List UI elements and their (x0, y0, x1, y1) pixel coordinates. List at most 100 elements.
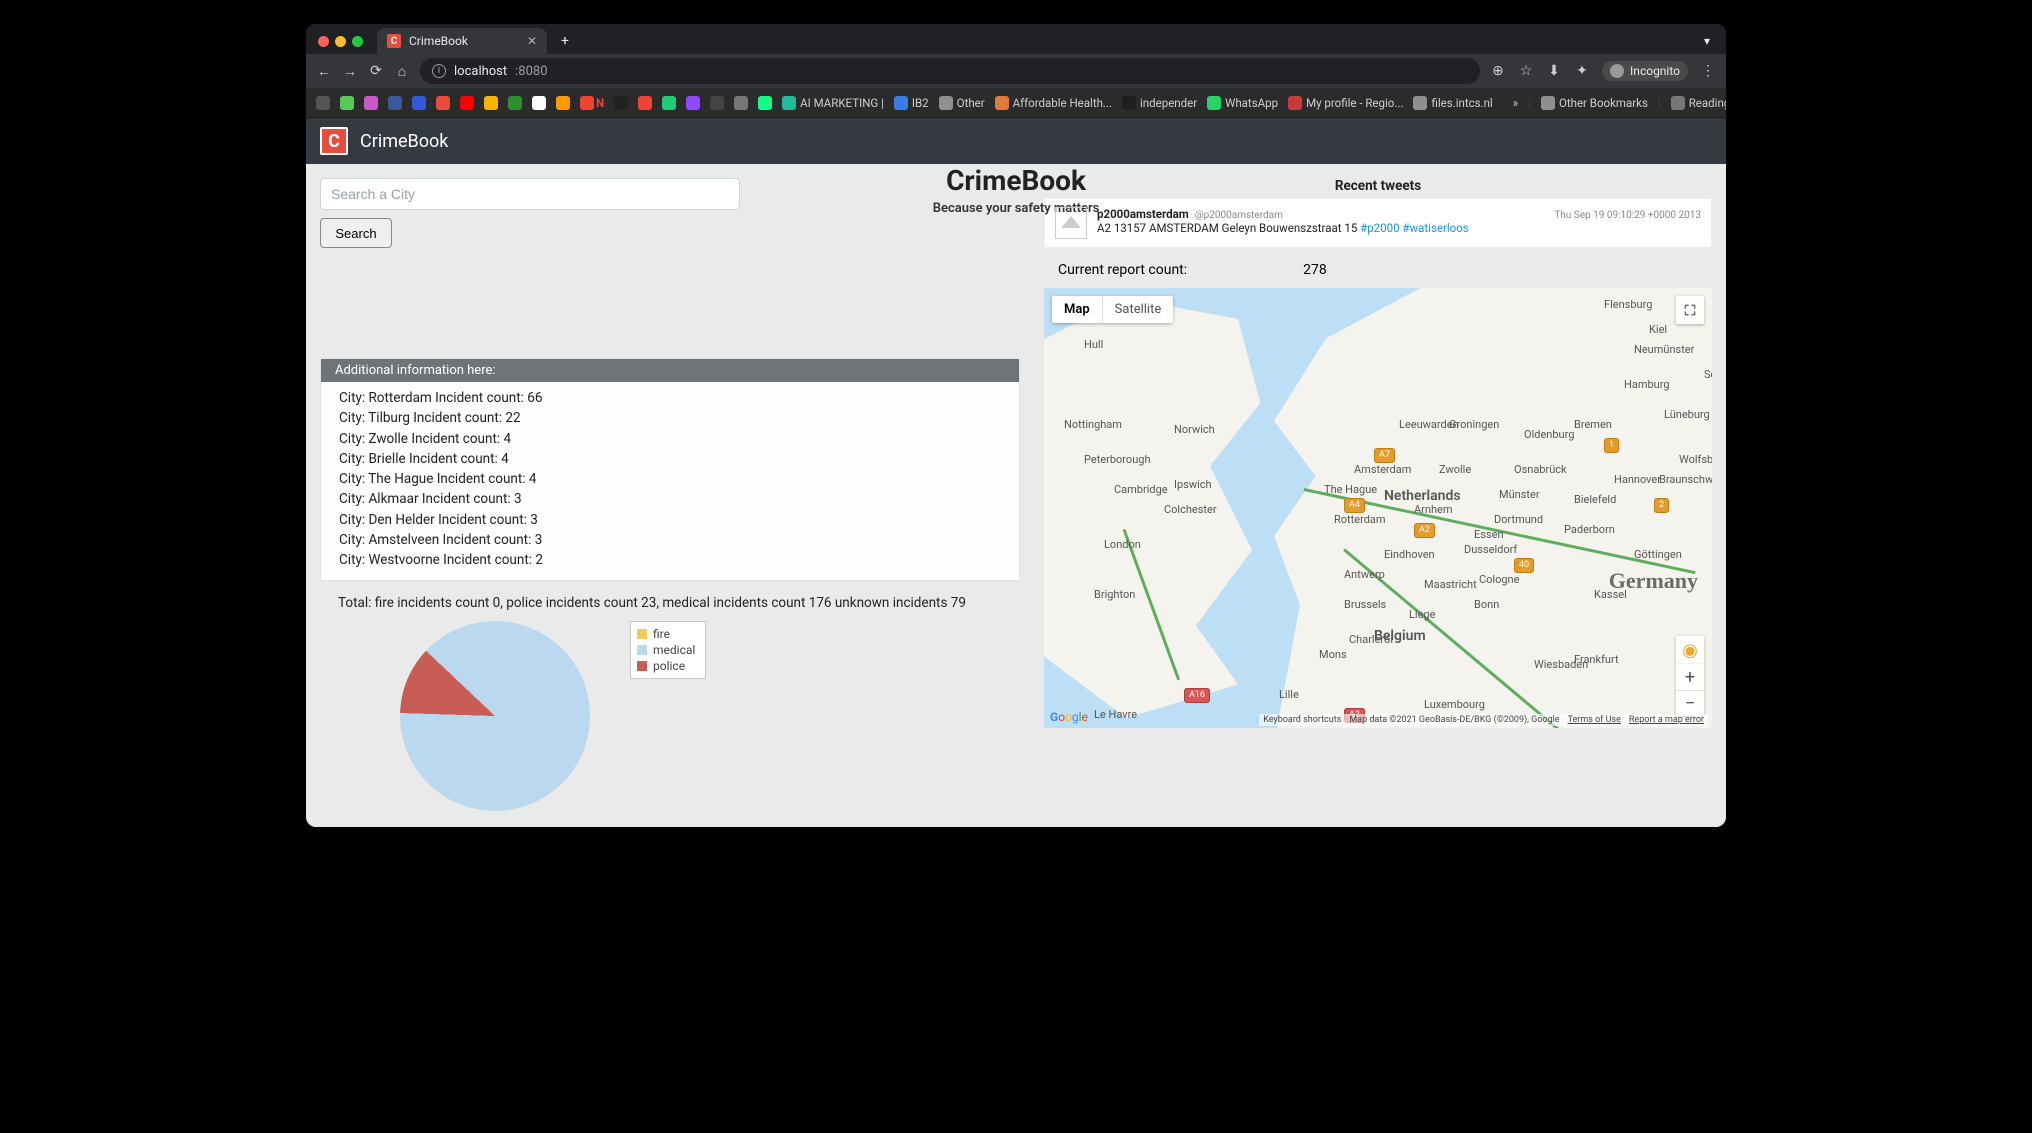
reading-list[interactable]: Reading List (1671, 96, 1726, 110)
extensions-icon[interactable]: ✦ (1574, 63, 1590, 79)
map-tab-satellite[interactable]: Satellite (1102, 296, 1174, 323)
tabs-overflow-icon[interactable]: ▾ (1704, 34, 1718, 48)
bookmark-item[interactable] (662, 96, 676, 110)
bookmark-item[interactable] (638, 96, 652, 110)
tweet-author: p2000amsterdam (1097, 207, 1189, 221)
map-shortcuts[interactable]: Keyboard shortcuts (1263, 715, 1341, 725)
app-header: C CrimeBook (306, 118, 1726, 164)
bookmark-item[interactable]: AI MARKETING | (782, 96, 884, 110)
road-badge-icon: A4 (1344, 498, 1365, 513)
bookmark-item[interactable] (734, 96, 748, 110)
road-badge-icon: A16 (1184, 688, 1210, 703)
city-search-input[interactable] (320, 178, 740, 210)
bookmark-item[interactable] (508, 96, 522, 110)
bookmark-item[interactable] (556, 96, 570, 110)
bookmark-item[interactable]: independer (1122, 96, 1197, 110)
map-city-label: The Hague (1324, 483, 1377, 496)
site-info-icon[interactable]: i (432, 64, 446, 78)
minimize-window-icon[interactable] (335, 36, 346, 47)
map[interactable]: Germany Netherlands Belgium Hull Notting… (1044, 288, 1712, 728)
map-city-label: Colchester (1164, 503, 1217, 516)
legend-label: police (653, 659, 685, 673)
chart-legend: fire medical police (630, 621, 706, 679)
bookmark-star-icon[interactable]: ☆ (1518, 63, 1534, 79)
incognito-badge: Incognito (1602, 61, 1688, 81)
legend-label: fire (653, 627, 670, 641)
bookmark-label: Other (957, 96, 985, 110)
bookmark-label: Reading List (1689, 96, 1726, 110)
bookmark-item[interactable] (686, 96, 700, 110)
bookmark-item[interactable] (412, 96, 426, 110)
tweet-hashtag[interactable]: #watiserloos (1402, 221, 1468, 235)
bookmark-item[interactable] (460, 96, 474, 110)
reload-icon[interactable]: ⟳ (368, 63, 384, 79)
bookmark-item[interactable] (388, 96, 402, 110)
other-bookmarks[interactable]: Other Bookmarks (1541, 96, 1648, 110)
address-bar[interactable]: i localhost:8080 (420, 58, 1480, 84)
home-icon[interactable]: ⌂ (394, 63, 410, 80)
tab-strip: C CrimeBook ✕ + ▾ (306, 24, 1726, 54)
favicon-icon (1207, 96, 1221, 110)
tweet-hashtag[interactable]: #p2000 (1360, 221, 1399, 235)
map-city-label: Norwich (1174, 423, 1215, 436)
bookmark-item[interactable]: IB2 (894, 96, 929, 110)
legend-swatch-icon (637, 629, 647, 639)
bookmark-item[interactable] (484, 96, 498, 110)
close-tab-icon[interactable]: ✕ (527, 34, 537, 48)
map-city-label: Osnabrück (1514, 463, 1567, 476)
map-city-label: Kassel (1594, 588, 1627, 601)
search-button[interactable]: Search (320, 218, 392, 248)
browser-tab[interactable]: C CrimeBook ✕ (377, 28, 547, 54)
incognito-label: Incognito (1630, 64, 1680, 78)
zoom-out-button[interactable]: − (1676, 690, 1704, 716)
bookmark-item[interactable]: WhatsApp (1207, 96, 1278, 110)
bookmark-item[interactable] (614, 96, 628, 110)
bookmark-item[interactable]: My profile - Regio... (1288, 96, 1403, 110)
page-title: CrimeBook (933, 164, 1100, 197)
map-report-link[interactable]: Report a map error (1629, 715, 1704, 725)
map-terms-link[interactable]: Terms of Use (1568, 715, 1621, 725)
favicon-icon (614, 96, 628, 110)
bookmark-item[interactable] (364, 96, 378, 110)
bookmark-item[interactable] (758, 96, 772, 110)
bookmark-folder[interactable]: Other (939, 96, 985, 110)
maximize-window-icon[interactable] (352, 36, 363, 47)
zoom-icon[interactable]: ⊕ (1490, 63, 1506, 79)
fullscreen-button[interactable] (1676, 296, 1704, 324)
legend-item: medical (637, 642, 695, 658)
favicon-icon (662, 96, 676, 110)
map-city-label: Zwolle (1439, 463, 1471, 476)
map-city-label: Wolfsburg (1679, 453, 1712, 466)
map-city-label: Mons (1319, 648, 1347, 661)
bookmark-item[interactable] (436, 96, 450, 110)
map-city-label: Göttingen (1634, 548, 1682, 561)
map-city-label: Arnhem (1414, 503, 1453, 516)
bookmark-item[interactable] (316, 96, 330, 110)
bookmark-item[interactable] (532, 96, 546, 110)
tweet-text-body: A2 13157 AMSTERDAM Geleyn Bouwenszstraat… (1097, 221, 1360, 235)
zoom-in-button[interactable]: + (1676, 664, 1704, 690)
bookmark-item[interactable] (710, 96, 724, 110)
legend-label: medical (653, 643, 695, 657)
map-tab-map[interactable]: Map (1052, 296, 1102, 323)
favicon-icon (1288, 96, 1302, 110)
bookmark-item[interactable] (340, 96, 354, 110)
favicon-icon (484, 96, 498, 110)
list-item: City: Rotterdam Incident count: 66 (339, 388, 1001, 408)
back-icon[interactable]: ← (316, 63, 332, 80)
tweet-text: A2 13157 AMSTERDAM Geleyn Bouwenszstraat… (1097, 221, 1701, 235)
bookmark-folder[interactable]: files.intcs.nl (1413, 96, 1492, 110)
pegman-button[interactable]: ◉ (1676, 636, 1704, 664)
new-tab-button[interactable]: + (555, 33, 575, 49)
bookmark-item[interactable]: Affordable Health... (995, 96, 1112, 110)
bookmark-label: WhatsApp (1225, 96, 1278, 110)
map-city-label: Lille (1279, 688, 1299, 701)
map-city-label: Nottingham (1064, 418, 1122, 431)
menu-icon[interactable]: ⋮ (1700, 63, 1716, 79)
download-icon[interactable]: ⬇ (1546, 63, 1562, 79)
bookmark-item[interactable]: N (580, 96, 604, 110)
bookmarks-overflow[interactable]: » (1513, 96, 1518, 110)
forward-icon[interactable]: → (342, 63, 358, 80)
url-port: :8080 (515, 64, 547, 79)
close-window-icon[interactable] (318, 36, 329, 47)
